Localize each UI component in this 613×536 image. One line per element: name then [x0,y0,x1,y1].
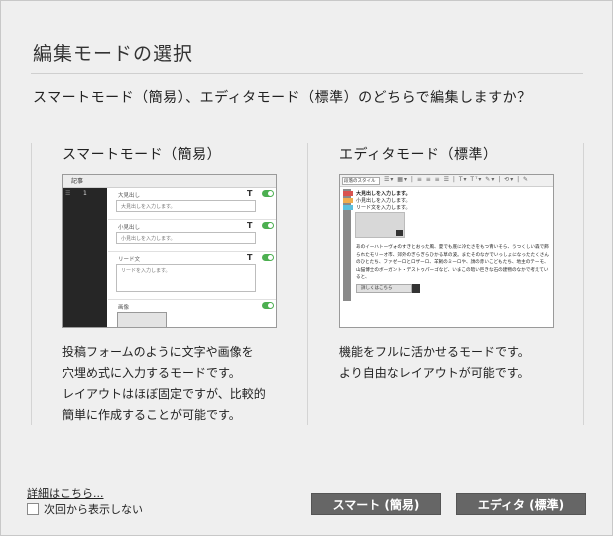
field-placeholder: リードを入力します。 [121,268,171,274]
image-icon [396,230,403,236]
field-placeholder: 小見出しを入力します。 [121,236,176,242]
dialog-title: 編集モードの選択 [33,43,194,65]
field-label: リード文 [118,257,141,263]
preview-header-label: 記事 [71,178,84,185]
toggle-switch [262,190,274,197]
heading-tag [343,191,353,196]
field-input: 大見出しを入力します。 [116,200,256,212]
editor-mode-preview[interactable]: 段落のスタイル ☰▾ ▦▾ | ≡ ≡ ≡ ☰ | T▾ Tᵀ▾ ✎▾ | ⟲▾… [339,174,554,328]
text-format-icon: T [247,253,253,262]
toggle-switch [262,254,274,261]
editor-mode-description: 機能をフルに活かせるモードです。 より自由なレイアウトが可能です。 [339,342,584,384]
preview-sidebar: ☰ 1 [63,188,107,327]
preview-paragraph: あのイーハトーヴォのすきとおった風、夏でも底に冷たさをもつ青いそら、うつくしい森… [356,245,549,280]
dont-show-again-checkbox[interactable] [27,503,39,515]
dont-show-again-row[interactable]: 次回から表示しない [27,501,143,517]
field-separator [108,251,276,252]
description-line: 簡単に作成することが可能です。 [62,408,241,422]
image-placeholder [355,212,405,238]
block-number: 1 [83,190,87,197]
dialog-question: スマートモード（簡易）、エディタモード（標準）のどちらで編集しますか？ [33,90,532,106]
field-input: 小見出しを入力します。 [116,232,256,244]
field-label: 大見出し [118,193,141,199]
mode-select-dialog: 編集モードの選択 スマートモード（簡易）、エディタモード（標準）のどちらで編集し… [0,0,613,536]
details-link[interactable]: 詳細はこちら... [27,485,104,501]
editor-mode-button[interactable]: エディタ (標準) [456,493,586,515]
toggle-switch [262,222,274,229]
preview-h2: 小見出しを入力します。 [356,198,411,204]
preview-h1: 大見出しを入力します。 [356,191,411,197]
description-line: より自由なレイアウトが可能です。 [339,366,530,380]
editor-toolbar: 段落のスタイル ☰▾ ▦▾ | ≡ ≡ ≡ ☰ | T▾ Tᵀ▾ ✎▾ | ⟲▾… [340,175,553,187]
toggle-switch [262,302,274,309]
field-label: 小見出し [118,225,141,231]
description-line: 機能をフルに活かせるモードです。 [339,345,530,359]
dont-show-again-label[interactable]: 次回から表示しない [44,501,143,517]
description-line: 投稿フォームのように文字や画像を [62,345,254,359]
description-line: レイアウトはほぼ固定ですが、比較的 [62,387,266,401]
preview-header: 記事 [63,175,276,188]
image-placeholder [117,312,167,327]
editor-mode-title: エディタモード（標準） [339,147,498,163]
toolbar-icons: ☰▾ ▦▾ | ≡ ≡ ≡ ☰ | T▾ Tᵀ▾ ✎▾ | ⟲▾ | ✎ [384,176,530,183]
field-placeholder: 大見出しを入力します。 [121,204,176,210]
smart-mode-title: スマートモード（簡易） [62,147,222,163]
column-divider-left [31,143,32,425]
description-line: 穴埋め式に入力するモードです。 [62,366,241,380]
field-textarea: リードを入力します。 [116,264,256,292]
smart-mode-button[interactable]: スマート (簡易) [311,493,441,515]
grip-icon: ☰ [65,190,71,197]
column-divider-middle [307,143,308,425]
text-format-icon: T [247,189,253,198]
preview-link-button: 詳しくはこちら [356,284,412,293]
field-separator [108,299,276,300]
style-select: 段落のスタイル [342,177,380,185]
title-divider [31,73,583,74]
smart-mode-preview[interactable]: 記事 ☰ 1 大見出し T 大見出しを入力します。 小見出し T 小見出しを入力… [62,174,277,328]
link-icon [412,284,420,293]
field-separator [108,219,276,220]
subheading-tag [343,198,353,203]
editor-mode-option[interactable]: エディタモード（標準） 段落のスタイル ☰▾ ▦▾ | ≡ ≡ ≡ ☰ | T▾… [339,144,584,384]
smart-mode-option[interactable]: スマートモード（簡易） 記事 ☰ 1 大見出し T 大見出しを入力します。 小見… [62,144,307,426]
text-format-icon: T [247,221,253,230]
field-label: 画像 [118,305,130,311]
preview-lead: リード文を入力します。 [356,205,411,211]
smart-mode-description: 投稿フォームのように文字や画像を 穴埋め式に入力するモードです。 レイアウトはほ… [62,342,307,426]
lead-tag [343,205,353,210]
